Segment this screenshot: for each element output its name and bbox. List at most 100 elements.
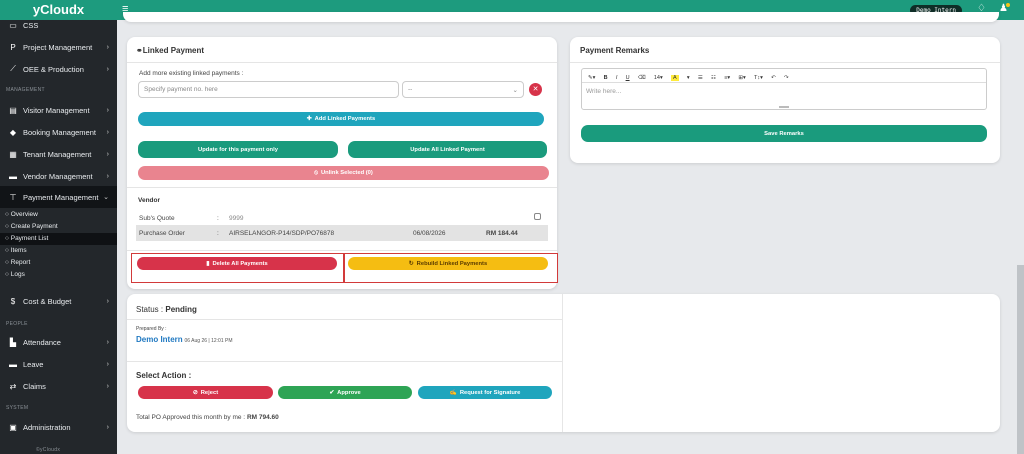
update-this-payment-button[interactable]: Update for this payment only (138, 141, 338, 158)
undo-icon[interactable]: ↶ (771, 75, 776, 81)
eraser-icon[interactable]: ⌫ (638, 75, 646, 81)
leave-icon: ▬ (9, 359, 17, 369)
redo-icon[interactable]: ↷ (784, 75, 789, 81)
remarks-editor[interactable]: ✎▾ B I U ⌫ 14▾ A ▾ ☰ ☷ ≡▾ ⊞▾ T↕▾ ↶ ↷ Wri… (581, 68, 987, 110)
select-action-label: Select Action : (136, 371, 192, 380)
chevron-right-icon: › (106, 297, 109, 305)
prepared-by-line: Demo Intern 06 Aug 26 | 12:01 PM (136, 335, 233, 344)
table-icon[interactable]: ⊞▾ (738, 75, 745, 81)
section-label-people: PEOPLE (6, 321, 28, 327)
sidebar-item-cost-budget[interactable]: $ Cost & Budget › (0, 290, 117, 312)
sub-item-create-payment[interactable]: ○ Create Payment (0, 221, 117, 233)
divider (127, 62, 557, 63)
sidebar-item-project-management[interactable]: P Project Management › (0, 36, 117, 58)
linked-payment-title: ⚭Linked Payment (136, 46, 205, 55)
resize-handle[interactable] (779, 106, 789, 108)
editor-toolbar: ✎▾ B I U ⌫ 14▾ A ▾ ☰ ☷ ≡▾ ⊞▾ T↕▾ ↶ ↷ (582, 69, 986, 83)
chevron-right-icon: › (106, 172, 109, 180)
clear-button[interactable]: ✕ (529, 83, 542, 96)
row-checkbox[interactable] (534, 213, 541, 220)
chevron-right-icon: › (106, 65, 109, 73)
po-label: Purchase Order (139, 230, 185, 237)
chevron-right-icon: › (106, 423, 109, 431)
attendance-icon: ▙ (9, 337, 17, 347)
column-divider (562, 294, 563, 432)
sidebar-item-booking-management[interactable]: ◆ Booking Management › (0, 121, 117, 143)
chevron-right-icon: › (106, 128, 109, 136)
sidebar-item-claims[interactable]: ⇄ Claims › (0, 375, 117, 397)
numbered-list-icon[interactable]: ☷ (711, 75, 716, 81)
sidebar-item-visitor-management[interactable]: ▤ Visitor Management › (0, 99, 117, 121)
total-approved-value: RM 794.60 (246, 414, 279, 421)
section-label-management: MANAGEMENT (6, 87, 45, 93)
payment-no-input[interactable]: Specify payment no. here (138, 81, 399, 98)
sidebar-item-tenant-management[interactable]: ▦ Tenant Management › (0, 143, 117, 165)
payment-remarks-card: Payment Remarks ✎▾ B I U ⌫ 14▾ A ▾ ☰ ☷ ≡… (570, 37, 1000, 163)
po-date: 06/08/2026 (413, 230, 446, 237)
p-icon: P (10, 42, 16, 52)
close-icon: ✕ (532, 86, 539, 93)
admin-icon: ▣ (9, 422, 17, 432)
font-size-select[interactable]: 14▾ (654, 75, 663, 81)
signature-icon: ✍ (449, 389, 457, 396)
payment-remarks-title: Payment Remarks (580, 46, 650, 55)
divider (127, 361, 562, 362)
notification-dot (1006, 3, 1010, 7)
sidebar: yCloudx ▭ CSS P Project Management › ⟋ OEE &… (0, 0, 117, 454)
sidebar-item-css[interactable]: ▭ CSS (0, 20, 117, 30)
prepared-by-date: 06 Aug 26 | 12:01 PM (184, 338, 233, 344)
cart-icon: ⊤ (9, 192, 17, 202)
add-linked-payments-button[interactable]: ✚ Add Linked Payments (138, 112, 544, 126)
request-signature-button[interactable]: ✍ Request for Signature (418, 386, 552, 399)
prepared-by-name: Demo Intern (136, 335, 183, 344)
chevron-right-icon: › (106, 106, 109, 114)
sub-item-logs[interactable]: ○ Logs (0, 269, 117, 281)
building-icon: ▦ (9, 149, 17, 159)
highlight-divider (343, 253, 345, 283)
bullet-list-icon[interactable]: ☰ (698, 75, 703, 81)
sidebar-item-oee-production[interactable]: ⟋ OEE & Production › (0, 58, 117, 80)
sidebar-item-administration[interactable]: ▣ Administration › (0, 416, 117, 438)
chevron-down-icon[interactable]: ▾ (687, 75, 690, 81)
sub-item-report[interactable]: ○ Report (0, 257, 117, 269)
text-color-icon[interactable]: A (670, 75, 679, 81)
total-approved-line: Total PO Approved this month by me : RM … (136, 414, 279, 421)
italic-icon[interactable]: I (616, 75, 618, 81)
sub-item-payment-list[interactable]: ○ Payment List (0, 233, 117, 245)
sub-item-items[interactable]: ○ Items (0, 245, 117, 257)
scrollbar[interactable] (1017, 265, 1024, 454)
align-icon[interactable]: ≡▾ (724, 75, 730, 81)
colon: : (217, 215, 219, 222)
sub-item-overview[interactable]: ○ Overview (0, 209, 117, 221)
colon: : (217, 230, 219, 237)
section-label-system: SYSTEM (6, 405, 29, 411)
sidebar-item-attendance[interactable]: ▙ Attendance › (0, 331, 117, 353)
po-amount: RM 184.44 (486, 230, 518, 237)
linked-payment-select[interactable]: -- ⌄ (402, 81, 524, 98)
approve-button[interactable]: ✔ Approve (278, 386, 412, 399)
sidebar-item-payment-management[interactable]: ⊤ Payment Management ⌄ (0, 186, 117, 208)
divider (127, 250, 557, 251)
status-card: Status : Pending Prepared By : Demo Inte… (127, 294, 1000, 432)
update-all-linked-button[interactable]: Update All Linked Payment (348, 141, 547, 158)
remarks-placeholder: Write here... (586, 88, 622, 95)
reject-button[interactable]: ⊘ Reject (138, 386, 273, 399)
chevron-right-icon: › (106, 338, 109, 346)
sidebar-item-vendor-management[interactable]: ▬ Vendor Management › (0, 165, 117, 187)
sidebar-item-leave[interactable]: ▬ Leave › (0, 353, 117, 375)
ban-icon: ⊘ (192, 389, 198, 396)
save-remarks-button[interactable]: Save Remarks (581, 125, 987, 142)
bold-icon[interactable]: B (604, 75, 608, 81)
chevron-right-icon: › (106, 360, 109, 368)
text-style-icon[interactable]: T↕▾ (754, 75, 763, 81)
underline-icon[interactable]: U (626, 75, 630, 81)
add-linked-label: Add more existing linked payments : (139, 70, 244, 77)
divider (127, 187, 557, 188)
link-icon: ⚭ (136, 46, 143, 55)
unlink-icon: ⦸ (314, 169, 318, 176)
chevron-right-icon: › (106, 382, 109, 390)
brush-icon[interactable]: ✎▾ (588, 75, 595, 81)
brand-logo[interactable]: yCloudx (0, 0, 117, 20)
unlink-selected-button[interactable]: ⦸ Unlink Selected (0) (138, 166, 549, 180)
check-icon: ✔ (329, 389, 335, 396)
